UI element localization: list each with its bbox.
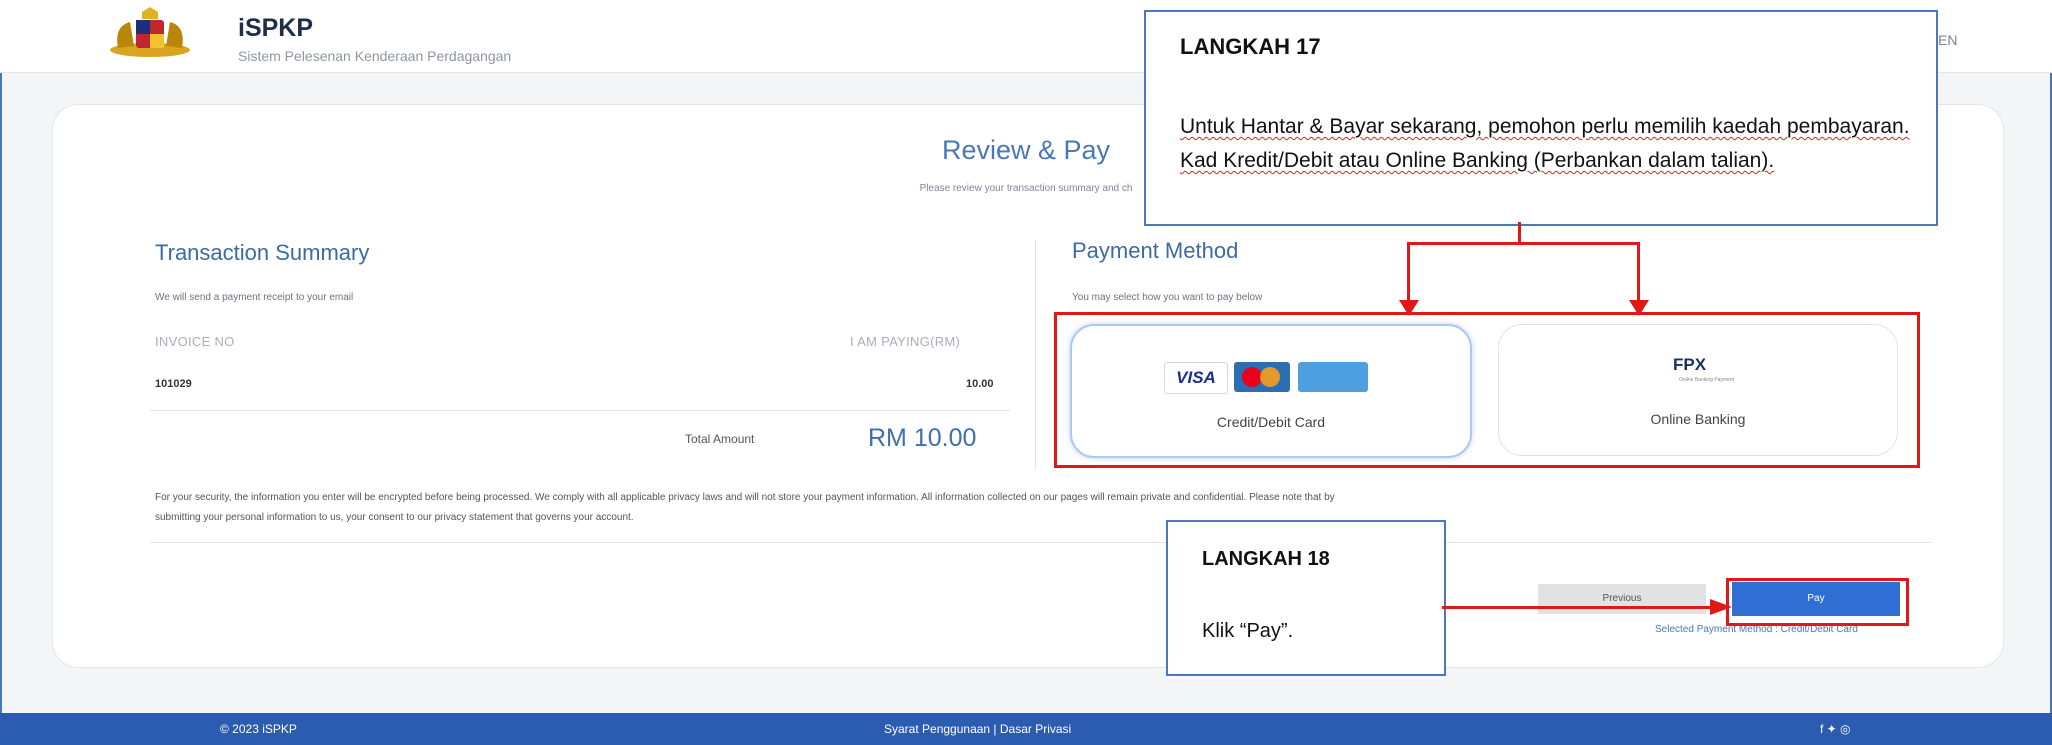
brand-name: iSPKP (238, 14, 314, 42)
security-disclaimer: For your security, the information you e… (155, 492, 1335, 503)
pay-button-highlight (1726, 578, 1909, 626)
total-amount-value: RM 10.00 (868, 424, 977, 452)
security-disclaimer-cont: submitting your personal information to … (155, 512, 634, 523)
step-18-title: LANGKAH 18 (1202, 548, 1330, 570)
step-17-branch (1407, 242, 1640, 245)
invoice-number: 101029 (155, 378, 192, 390)
receipt-note: We will send a payment receipt to your e… (155, 292, 354, 303)
paying-column-header: I AM PAYING(RM) (850, 334, 961, 349)
previous-button[interactable]: Previous (1538, 584, 1706, 614)
payment-method-title: Payment Method (1072, 238, 1239, 263)
footer-copyright: © 2023 iSPKP (220, 722, 297, 736)
step-17-title: LANGKAH 17 (1180, 34, 1321, 59)
language-switch[interactable]: EN (1938, 32, 1957, 48)
invoice-column-header: INVOICE NO (155, 334, 235, 349)
paying-amount: 10.00 (966, 378, 994, 390)
total-amount-label: Total Amount (685, 432, 755, 446)
column-divider (1035, 240, 1036, 470)
actions-divider (150, 542, 1932, 543)
footer: © 2023 iSPKP Syarat Penggunaan | Dasar P… (0, 713, 2052, 745)
arrow-banking-stem (1637, 242, 1640, 302)
coat-of-arms-logo[interactable] (100, 6, 200, 62)
social-icons[interactable]: f ✦ ◎ (1820, 722, 1851, 736)
step-17-callout: LANGKAH 17 Untuk Hantar & Bayar sekarang… (1144, 10, 1938, 226)
footer-links[interactable]: Syarat Penggunaan | Dasar Privasi (884, 722, 1071, 736)
step-18-body: Klik “Pay”. (1202, 620, 1294, 642)
step-17-body: Untuk Hantar & Bayar sekarang, pemohon p… (1180, 115, 1910, 172)
summary-divider (150, 410, 1010, 411)
arrow-card-stem (1407, 242, 1410, 302)
payment-method-note: You may select how you want to pay below (1072, 292, 1263, 303)
payment-options-highlight (1054, 312, 1920, 468)
step-18-callout: LANGKAH 18 Klik “Pay”. (1166, 520, 1446, 676)
transaction-summary-title: Transaction Summary (155, 240, 370, 265)
step-18-connector (1442, 606, 1712, 609)
step-17-connector (1518, 222, 1521, 244)
brand-subtitle: Sistem Pelesenan Kenderaan Perdagangan (238, 48, 512, 64)
